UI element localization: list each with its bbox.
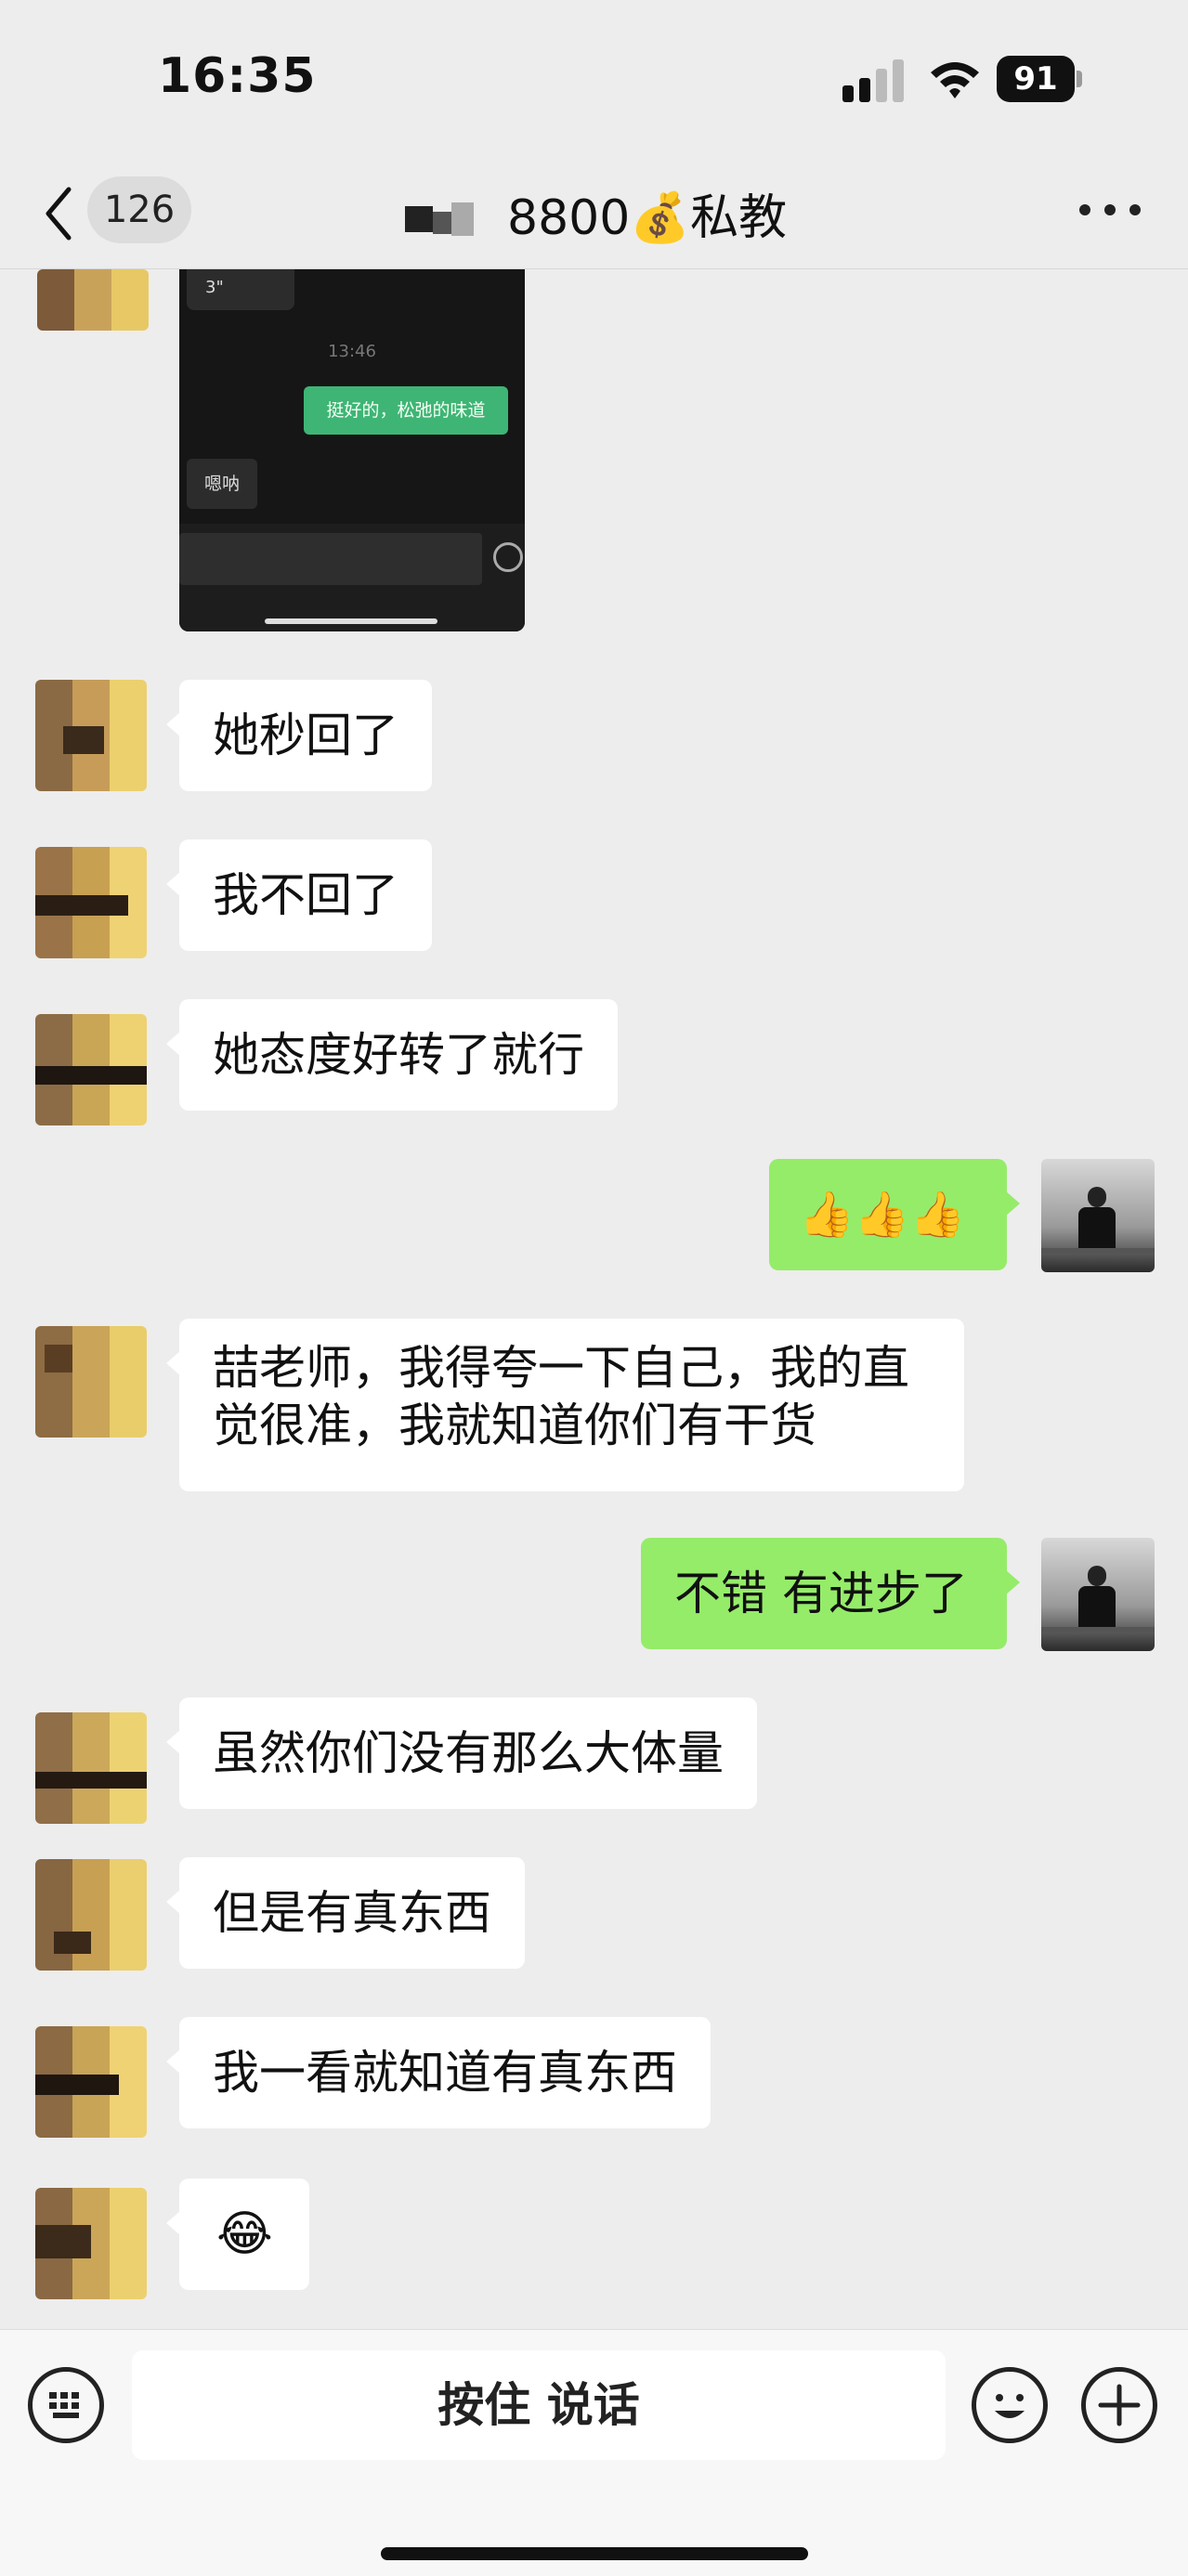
emoji-icon[interactable] [972, 2367, 1048, 2443]
avatar[interactable] [35, 1712, 147, 1824]
screenshot-incoming-message: 嗯呐 [187, 459, 257, 509]
message-bubble[interactable]: 👍👍👍 [769, 1159, 1020, 1270]
back-chevron-icon[interactable] [41, 184, 78, 243]
avatar[interactable] [35, 680, 147, 791]
unread-count-badge[interactable]: 126 [87, 176, 191, 243]
thumbs-up-emoji: 👍👍👍 [799, 1189, 966, 1241]
avatar[interactable] [35, 2026, 147, 2138]
message-bubble[interactable]: 😂 [166, 2179, 309, 2290]
input-bar: 按住 说话 [0, 2329, 1188, 2576]
home-indicator [381, 2547, 808, 2560]
chat-title: 8800💰私教 [507, 190, 788, 246]
screenshot-input-bar [179, 524, 525, 631]
avatar[interactable] [35, 1326, 147, 1438]
wifi-icon [931, 62, 979, 98]
avatar[interactable] [35, 2188, 147, 2299]
status-time: 16:35 [158, 48, 317, 104]
message-bubble[interactable]: 我不回了 [166, 839, 432, 951]
my-avatar[interactable] [1041, 1538, 1155, 1651]
blurred-name-icon [405, 199, 479, 236]
avatar[interactable] [37, 269, 149, 331]
voice-message-preview: 3" [187, 269, 294, 310]
keyboard-icon[interactable] [28, 2367, 104, 2443]
avatar[interactable] [35, 847, 147, 958]
status-bar: 16:35 91 [0, 0, 1188, 158]
battery-level: 91 [997, 56, 1075, 102]
plus-icon[interactable] [1081, 2367, 1157, 2443]
screenshot-outgoing-message: 挺好的，松弛的味道 [304, 386, 508, 435]
battery-icon: 91 [997, 56, 1082, 102]
screenshot-timestamp: 13:46 [328, 342, 376, 361]
avatar[interactable] [35, 1859, 147, 1971]
message-bubble[interactable]: 不错 有进步了 [641, 1538, 1020, 1649]
emoji-icon [493, 542, 523, 572]
message-bubble[interactable]: 但是有真东西 [166, 1857, 525, 1969]
message-bubble[interactable]: 虽然你们没有那么大体量 [166, 1698, 757, 1809]
chat-header: 126 8800💰私教 [0, 158, 1188, 269]
signal-icon [842, 59, 904, 102]
screenshot-image[interactable]: 3" 13:46 挺好的，松弛的味道 嗯呐 [179, 269, 525, 631]
laughing-emoji: 😂 [216, 2206, 273, 2262]
message-bubble[interactable]: 我一看就知道有真东西 [166, 2017, 711, 2128]
message-bubble[interactable]: 她秒回了 [166, 680, 432, 791]
message-bubble[interactable]: 她态度好转了就行 [166, 999, 618, 1111]
message-bubble[interactable]: 喆老师，我得夸一下自己，我的直觉很准，我就知道你们有干货 [166, 1319, 964, 1491]
avatar[interactable] [35, 1014, 147, 1125]
my-avatar[interactable] [1041, 1159, 1155, 1272]
more-icon[interactable] [1079, 204, 1141, 219]
hold-to-talk-button[interactable]: 按住 说话 [132, 2350, 946, 2460]
